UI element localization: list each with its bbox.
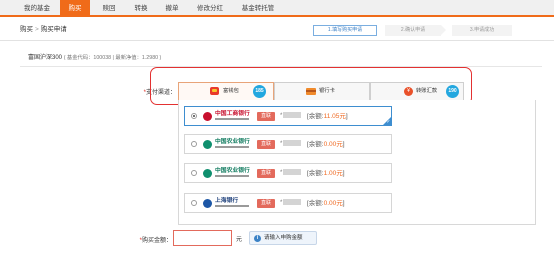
nav-convert[interactable]: 转换	[128, 0, 154, 17]
balance-suffix: ]	[342, 170, 345, 177]
nav-fund-transfer-custody[interactable]: 基金转托管	[235, 0, 281, 17]
bank-name: 中国工商银行	[215, 111, 250, 117]
balance-prefix: [余额:	[307, 141, 324, 148]
bank-name: 上海银行	[215, 198, 239, 204]
direct-link-tag: 直联	[257, 169, 275, 178]
balance-suffix: ]	[345, 113, 348, 120]
balance-suffix: ]	[342, 141, 345, 148]
balance-suffix: ]	[342, 200, 345, 207]
amount-unit: 元	[236, 237, 243, 243]
balance: [余额:0.00元]	[307, 139, 345, 150]
card-number: *	[280, 169, 302, 178]
purchase-amount-input[interactable]	[173, 230, 232, 246]
fund-details: ( 基金代码：100038 | 最新净值：1.2980 )	[63, 55, 162, 61]
bank-option[interactable]: 上海银行 直联 * [余额:0.00元]	[184, 193, 392, 213]
card-prefix: *	[280, 141, 283, 147]
amount-hint-text: 请输入申购金额	[264, 235, 303, 241]
bank-logo: 中国工商银行	[203, 111, 251, 122]
bank-option[interactable]: 中国工商银行 直联 * [余额:11.05元] ✓	[184, 106, 392, 126]
card-prefix: *	[280, 113, 283, 119]
masked-digits	[283, 112, 302, 119]
nav-cancel-order[interactable]: 撤单	[159, 0, 185, 17]
balance-prefix: [余额:	[307, 113, 324, 120]
info-icon: i	[254, 235, 261, 242]
bank-name: 中国农业银行	[215, 139, 250, 145]
radio-button[interactable]	[191, 200, 197, 206]
step-success: 3.申请成功	[452, 25, 512, 36]
bank-logo: 上海银行	[203, 198, 251, 209]
card-number: *	[280, 112, 302, 121]
balance: [余额:0.00元]	[307, 198, 345, 209]
purchase-amount-text: 购买金额：	[141, 238, 172, 244]
breadcrumb: 购买 > 购买申请	[20, 19, 67, 41]
nav-modify-dividend[interactable]: 修改分红	[191, 0, 229, 17]
balance-amount: 11.05元	[323, 113, 346, 120]
step-arrow-icon	[441, 25, 446, 35]
breadcrumb-separator: >	[35, 26, 39, 33]
top-nav: 我的基金 购买 赎回 转换 撤单 修改分红 基金转托管	[0, 0, 554, 17]
bank-logo: 中国农业银行	[203, 139, 251, 150]
check-mark-icon: ✓	[386, 119, 391, 125]
breadcrumb-bar: 购买 > 购买申请 1.填写购买申请 2.确认申请 3.申请成功	[0, 19, 554, 41]
bank-of-shanghai-logo-icon	[203, 199, 212, 208]
amount-hint: i 请输入申购金额	[249, 231, 317, 245]
card-number: *	[280, 199, 302, 208]
masked-digits	[283, 199, 302, 206]
bank-name-en	[215, 118, 249, 120]
bank-option[interactable]: 中国农业银行 直联 * [余额:1.00元]	[184, 163, 392, 183]
direct-link-tag: 直联	[257, 112, 275, 121]
masked-digits	[283, 169, 302, 176]
bank-option[interactable]: 中国农业银行 直联 * [余额:0.00元]	[184, 134, 392, 154]
icbc-logo-icon	[203, 112, 212, 121]
radio-button[interactable]	[191, 113, 197, 119]
fund-name: 富国沪深300	[28, 55, 63, 61]
balance: [余额:1.00元]	[307, 168, 345, 179]
purchase-amount-label: *购买金额：	[116, 235, 172, 244]
card-prefix: *	[280, 200, 283, 206]
balance-prefix: [余额:	[307, 170, 324, 177]
abc-logo-icon	[203, 140, 212, 149]
bank-logo: 中国农业银行	[203, 168, 251, 179]
bank-name-en	[215, 175, 249, 177]
direct-link-tag: 直联	[257, 199, 275, 208]
balance: [余额:11.05元]	[307, 111, 348, 122]
breadcrumb-section[interactable]: 购买	[20, 26, 33, 33]
nav-redeem[interactable]: 赎回	[96, 0, 122, 17]
abc-logo-icon	[203, 169, 212, 178]
fund-info: 富国沪深300 ( 基金代码：100038 | 最新净值：1.2980 )	[28, 52, 161, 61]
card-prefix: *	[280, 170, 283, 176]
step-confirm: 2.确认申请	[385, 25, 441, 36]
breadcrumb-page: 购买申请	[40, 26, 67, 33]
bank-name-en	[215, 205, 249, 207]
balance-amount: 0.00元	[323, 141, 343, 148]
direct-link-tag: 直联	[257, 140, 275, 149]
bank-name: 中国农业银行	[215, 168, 250, 174]
bank-name-en	[215, 146, 249, 148]
balance-amount: 0.00元	[323, 200, 343, 207]
radio-button[interactable]	[191, 170, 197, 176]
nav-purchase[interactable]: 购买	[60, 0, 90, 17]
masked-digits	[283, 140, 302, 147]
radio-button[interactable]	[191, 141, 197, 147]
nav-my-funds[interactable]: 我的基金	[20, 0, 54, 17]
step-fill-application: 1.填写购买申请	[313, 25, 377, 36]
balance-prefix: [余额:	[307, 200, 324, 207]
card-number: *	[280, 140, 302, 149]
balance-amount: 1.00元	[323, 170, 343, 177]
